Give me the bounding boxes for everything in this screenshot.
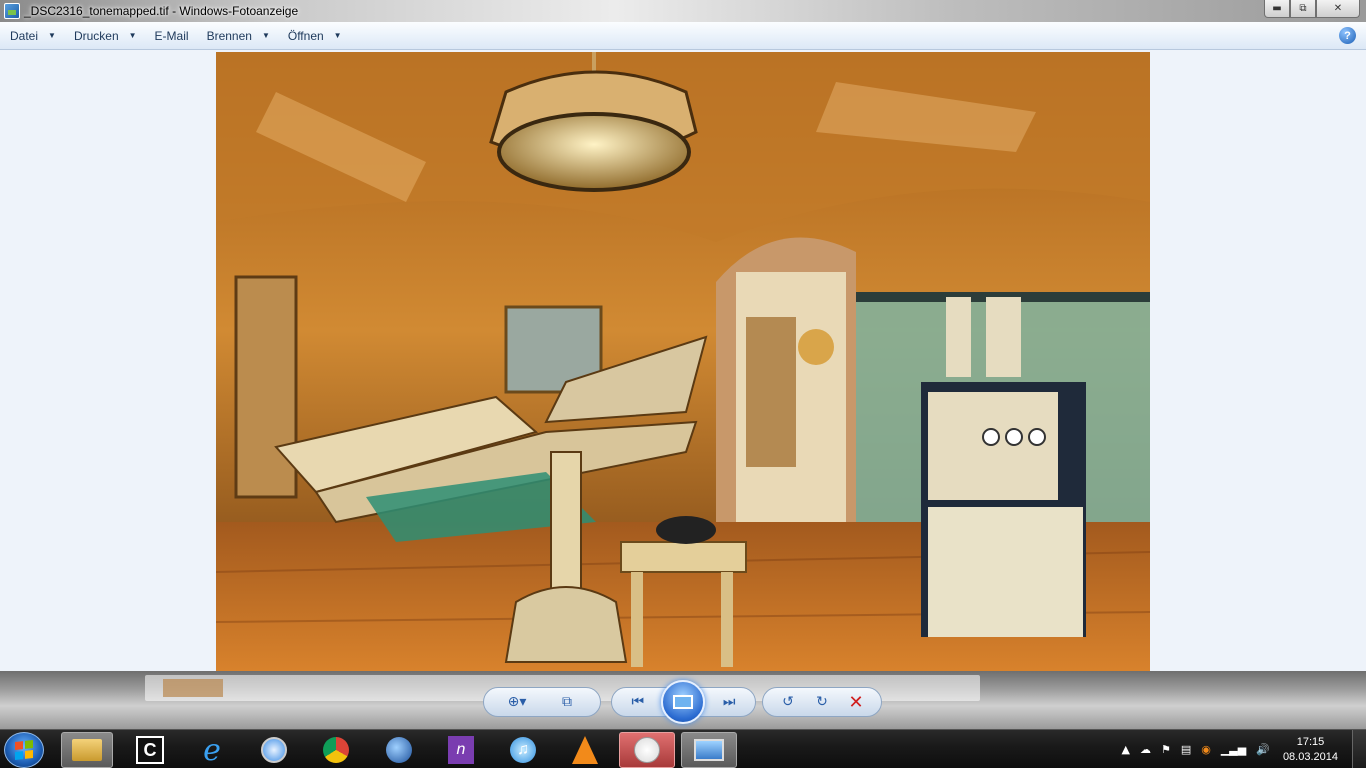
clock-date: 08.03.2014 xyxy=(1282,750,1338,763)
window-controls: ▬ ⧉ ✕ xyxy=(1264,0,1360,18)
safari-icon[interactable] xyxy=(248,732,300,768)
menu-drucken-label: Drucken xyxy=(73,28,119,43)
menu-email[interactable]: E-Mail xyxy=(145,25,197,47)
thunderbird-icon[interactable] xyxy=(373,732,425,768)
close-icon[interactable]: ✕ xyxy=(1316,0,1360,18)
volume-icon[interactable]: 🔊 xyxy=(1256,743,1270,756)
photo-viewer-icon[interactable] xyxy=(681,732,737,768)
delete-icon[interactable]: ✕ xyxy=(844,691,868,713)
displayed-photo xyxy=(216,52,1150,671)
restore-icon[interactable]: ⧉ xyxy=(1290,0,1316,18)
taskbar: C e n ♫ ▲ ☁ ⚑ ▤ ◉ ▁▃▅ 🔊 17:15 08.03.2014 xyxy=(0,729,1366,768)
chevron-down-icon: ▼ xyxy=(128,31,137,40)
onenote-icon[interactable]: n xyxy=(435,732,487,768)
menu-datei-label: Datei xyxy=(10,28,39,43)
menu-email-label: E-Mail xyxy=(154,28,189,43)
menu-brennen[interactable]: Brennen ▼ xyxy=(197,25,278,47)
menu-brennen-label: Brennen xyxy=(206,28,252,43)
menu-bar: Datei ▼ Drucken ▼ E-Mail Brennen ▼ Öffne… xyxy=(0,22,1366,50)
slideshow-button[interactable] xyxy=(661,680,705,724)
menu-drucken[interactable]: Drucken ▼ xyxy=(64,25,145,47)
photo-hdr-abandoned-operating-room xyxy=(216,52,1150,671)
windows-logo-icon xyxy=(15,740,33,760)
cloud-sync-icon[interactable]: ☁ xyxy=(1140,743,1151,756)
chevron-down-icon: ▼ xyxy=(261,31,270,40)
rotate-clockwise-icon[interactable]: ↻ xyxy=(810,691,834,713)
vlc-icon[interactable] xyxy=(559,732,611,768)
file-explorer-icon[interactable] xyxy=(61,732,113,768)
action-center-flag-icon[interactable]: ⚑ xyxy=(1161,743,1171,756)
avast-icon[interactable]: ◉ xyxy=(1201,743,1211,756)
show-hidden-icons-icon[interactable]: ▲ xyxy=(1121,743,1129,756)
app-c-icon[interactable]: C xyxy=(124,732,176,768)
background-thumbnail xyxy=(163,679,223,697)
menu-oeffnen-label: Öffnen xyxy=(287,28,324,43)
title-bar: _DSC2316_tonemapped.tif - Windows-Fotoan… xyxy=(0,0,1366,22)
previous-icon[interactable]: ⏮ xyxy=(626,691,650,713)
photo-viewer-app-icon[interactable] xyxy=(4,3,20,19)
actual-size-icon[interactable]: ⧉ xyxy=(555,691,579,713)
paint-icon[interactable] xyxy=(619,732,675,768)
minimize-icon[interactable]: ▬ xyxy=(1264,0,1290,18)
system-tray: ▲ ☁ ⚑ ▤ ◉ ▁▃▅ 🔊 17:15 08.03.2014 xyxy=(1116,730,1366,768)
show-desktop-button[interactable] xyxy=(1352,730,1366,768)
itunes-icon[interactable]: ♫ xyxy=(497,732,549,768)
clock-time: 17:15 xyxy=(1296,735,1325,748)
menu-oeffnen[interactable]: Öffnen ▼ xyxy=(278,25,350,47)
network-signal-icon[interactable]: ▁▃▅ xyxy=(1221,743,1246,756)
clock[interactable]: 17:15 08.03.2014 xyxy=(1283,735,1338,765)
edit-group: ↺ ↻ ✕ xyxy=(762,687,882,717)
window-title: _DSC2316_tonemapped.tif - Windows-Fotoan… xyxy=(24,4,299,18)
start-button[interactable] xyxy=(4,732,44,768)
chevron-down-icon: ▼ xyxy=(333,31,342,40)
chevron-down-icon: ▼ xyxy=(48,31,56,40)
slideshow-icon xyxy=(673,695,693,709)
image-viewer-area xyxy=(0,50,1366,671)
zoom-fit-group: ⊕▾ ⧉ xyxy=(483,687,601,717)
menu-datei[interactable]: Datei ▼ xyxy=(0,25,64,47)
next-icon[interactable]: ⏭ xyxy=(717,691,741,713)
help-icon[interactable]: ? xyxy=(1339,27,1356,44)
device-icon[interactable]: ▤ xyxy=(1181,743,1191,756)
chrome-icon[interactable] xyxy=(310,732,362,768)
zoom-icon[interactable]: ⊕▾ xyxy=(505,691,529,713)
rotate-counterclockwise-icon[interactable]: ↺ xyxy=(776,691,800,713)
internet-explorer-icon[interactable]: e xyxy=(186,732,238,768)
